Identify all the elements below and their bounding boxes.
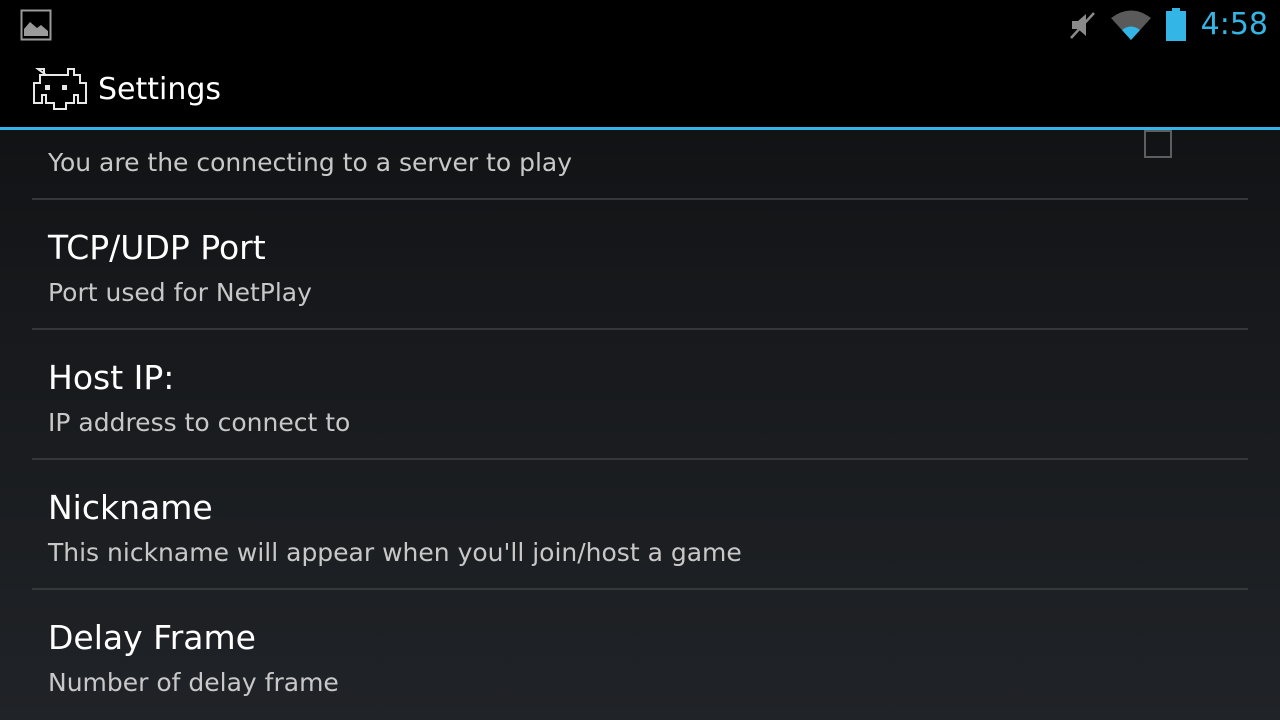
page-title: Settings <box>98 72 222 107</box>
wifi-icon <box>1110 10 1151 40</box>
client-checkbox[interactable] <box>1144 130 1172 158</box>
action-bar: Settings <box>0 50 1280 130</box>
pref-delay-frame[interactable]: Delay Frame Number of delay frame <box>32 590 1248 720</box>
status-clock: 4:58 <box>1200 7 1268 42</box>
status-bar: 4:58 <box>0 0 1280 50</box>
android-screen: 4:58 Settings Client You are the connect… <box>0 0 1280 720</box>
pref-title: Delay Frame <box>48 618 256 657</box>
pref-summary: You are the connecting to a server to pl… <box>48 148 573 177</box>
pref-summary: Port used for NetPlay <box>48 278 312 307</box>
pref-nickname[interactable]: Nickname This nickname will appear when … <box>32 460 1248 590</box>
battery-icon <box>1165 8 1186 41</box>
space-invader-icon[interactable] <box>25 67 87 113</box>
pref-title: TCP/UDP Port <box>48 228 266 267</box>
picture-icon <box>20 9 52 41</box>
pref-tcp-udp-port[interactable]: TCP/UDP Port Port used for NetPlay <box>32 200 1248 330</box>
preference-list[interactable]: Client You are the connecting to a serve… <box>0 70 1280 720</box>
pref-summary: This nickname will appear when you'll jo… <box>48 538 742 567</box>
status-icons: 4:58 <box>1055 0 1268 50</box>
volume-muted-icon <box>1069 12 1095 39</box>
pref-summary: Number of delay frame <box>48 668 339 697</box>
pref-title: Nickname <box>48 488 213 527</box>
pref-host-ip[interactable]: Host IP: IP address to connect to <box>32 330 1248 460</box>
pref-summary: IP address to connect to <box>48 408 351 437</box>
pref-title: Host IP: <box>48 358 175 397</box>
